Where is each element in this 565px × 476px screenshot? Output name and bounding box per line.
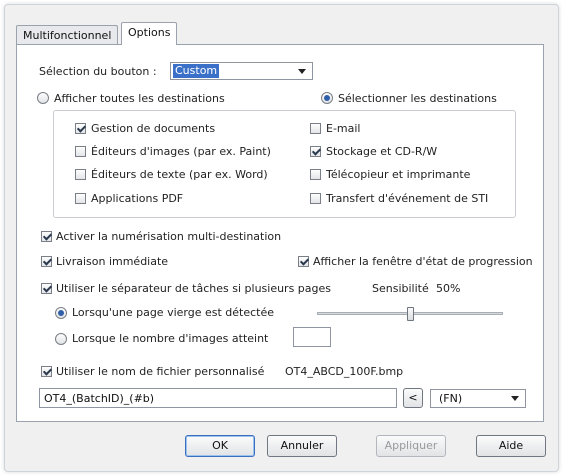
dialog-window: Multifonctionnel Options Sélection du bo… <box>4 4 559 472</box>
destination-checkbox-texte[interactable] <box>75 169 86 180</box>
sensitivity-label: Sensibilité <box>372 282 429 295</box>
button-selection-label: Sélection du bouton : <box>39 65 157 78</box>
ok-label: OK <box>212 439 228 452</box>
job-separator-checkbox[interactable] <box>41 283 52 294</box>
multi-destination-label: Activer la numérisation multi-destinatio… <box>56 230 282 243</box>
insert-token-button[interactable]: < <box>403 388 423 408</box>
select-destinations-radio[interactable] <box>321 92 333 104</box>
job-separator-label: Utiliser le séparateur de tâches si plus… <box>56 282 332 295</box>
destination-label: Stockage et CD-R/W <box>326 145 438 158</box>
chevron-down-icon <box>298 69 306 74</box>
token-select[interactable]: (FN) <box>430 389 526 408</box>
destination-label: Éditeurs de texte (par ex. Word) <box>91 168 268 181</box>
destination-label: Transfert d'événement de STI <box>326 192 489 205</box>
select-destinations-label: Sélectionner les destinations <box>338 92 497 105</box>
immediate-delivery-checkbox[interactable] <box>41 256 52 267</box>
apply-label: Appliquer <box>384 439 438 452</box>
insert-token-label: < <box>408 391 418 404</box>
filename-pattern-value: OT4_(BatchID)_(#b) <box>44 392 155 405</box>
destination-checkbox-stockage[interactable] <box>310 146 321 157</box>
image-count-label: Lorsque le nombre d'images atteint <box>72 332 269 345</box>
destination-checkbox-pdf[interactable] <box>75 193 86 204</box>
destination-checkbox-telecopieur[interactable] <box>310 169 321 180</box>
destination-checkbox-images[interactable] <box>75 146 86 157</box>
destination-checkbox-email[interactable] <box>310 123 321 134</box>
blank-page-radio[interactable] <box>55 307 67 319</box>
tab-options[interactable]: Options <box>121 22 178 45</box>
cancel-label: Annuler <box>280 439 324 452</box>
show-all-destinations-label: Afficher toutes les destinations <box>54 92 225 105</box>
blank-page-label: Lorsqu'une page vierge est détectée <box>72 306 275 319</box>
destination-label: Éditeurs d'images (par ex. Paint) <box>91 145 271 158</box>
immediate-delivery-label: Livraison immédiate <box>56 255 169 268</box>
filename-pattern-input[interactable]: OT4_(BatchID)_(#b) <box>39 388 397 408</box>
destination-label: Télécopieur et imprimante <box>326 168 471 181</box>
token-select-value: (FN) <box>439 392 463 405</box>
show-progress-checkbox[interactable] <box>298 256 309 267</box>
help-label: Aide <box>498 439 524 452</box>
destination-label: Applications PDF <box>91 192 184 205</box>
multi-destination-checkbox[interactable] <box>41 231 52 242</box>
custom-filename-checkbox[interactable] <box>41 366 52 377</box>
apply-button[interactable]: Appliquer <box>376 435 446 457</box>
sensitivity-value: 50% <box>436 282 461 295</box>
help-button[interactable]: Aide <box>476 435 546 457</box>
cancel-button[interactable]: Annuler <box>267 435 337 457</box>
custom-filename-preview: OT4_ABCD_100F.bmp <box>285 365 404 378</box>
tab-label: Multifonctionnel <box>23 29 112 42</box>
sensitivity-slider-thumb[interactable] <box>407 307 414 321</box>
button-selection-dropdown[interactable]: Custom <box>170 62 313 80</box>
custom-filename-label: Utiliser le nom de fichier personnalisé <box>56 365 265 378</box>
destination-checkbox-gestion[interactable] <box>75 123 86 134</box>
image-count-input[interactable] <box>293 327 331 347</box>
ok-button[interactable]: OK <box>185 435 255 457</box>
show-all-destinations-radio[interactable] <box>37 92 49 104</box>
options-panel: Sélection du bouton : Custom Afficher to… <box>16 44 544 422</box>
chevron-down-icon <box>511 396 519 401</box>
image-count-radio[interactable] <box>55 333 67 345</box>
tab-multifonctionnel[interactable]: Multifonctionnel <box>16 25 119 45</box>
destination-label: E-mail <box>326 122 361 135</box>
button-selection-value: Custom <box>173 64 220 78</box>
show-progress-label: Afficher la fenêtre d'état de progressio… <box>313 255 533 268</box>
destination-checkbox-sti[interactable] <box>310 193 321 204</box>
destination-label: Gestion de documents <box>91 122 216 135</box>
tab-label: Options <box>128 26 171 39</box>
